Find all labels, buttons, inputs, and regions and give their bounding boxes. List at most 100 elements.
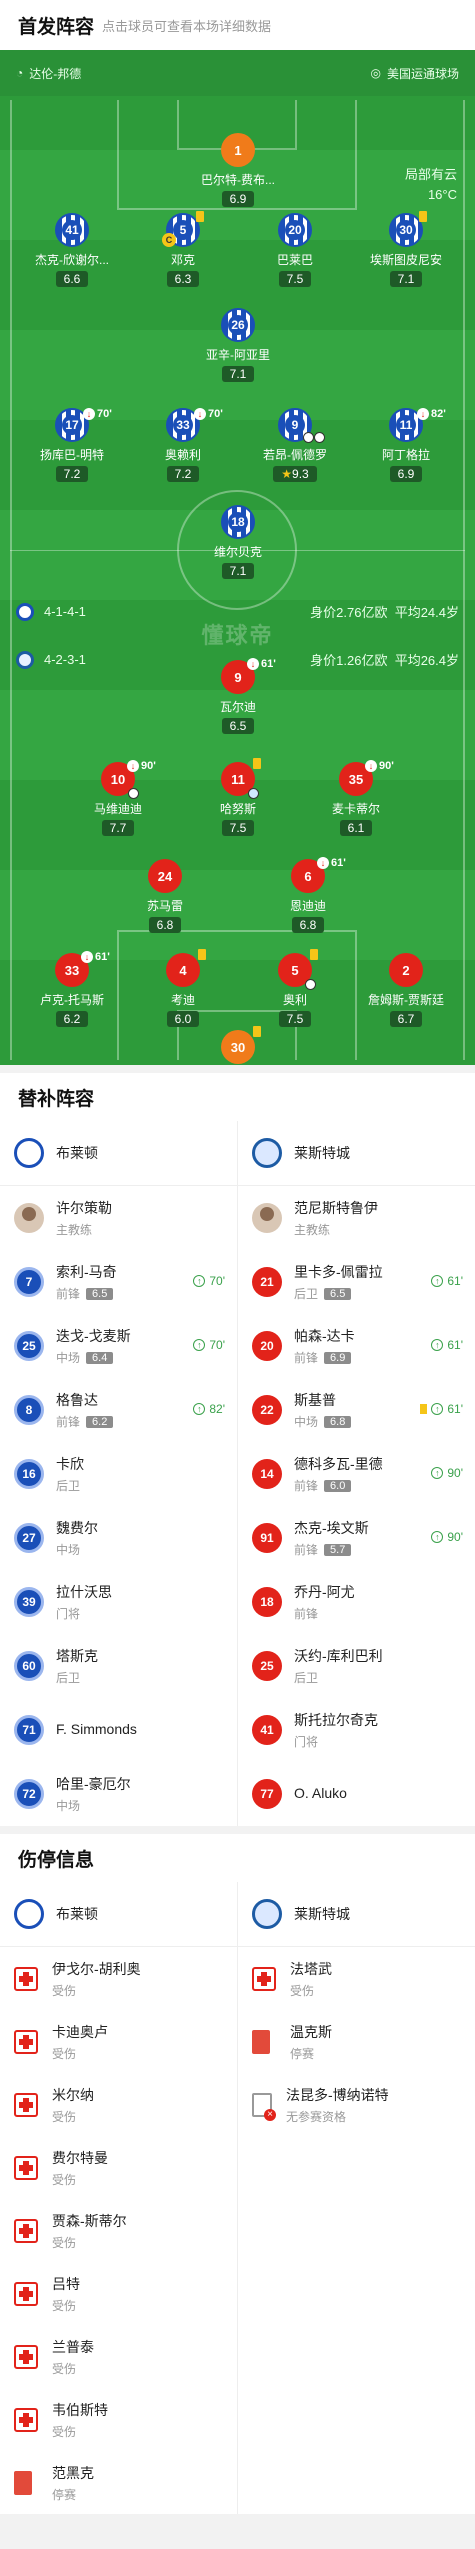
sub-player-row[interactable]: 20 帕森-达卡 前锋 6.9 ↑ 61' (238, 1314, 475, 1378)
player-away[interactable]: 4 考迪 6.0 (123, 949, 243, 1028)
player-name: 法塔武 (290, 1960, 332, 1977)
injury-row[interactable]: 贾森-斯蒂尔 受伤 (0, 2199, 237, 2262)
player-position: 中场 (56, 1541, 98, 1558)
player-name: 亚辛-阿亚里 (206, 348, 270, 362)
injury-row[interactable]: 韦伯斯特 受伤 (0, 2388, 237, 2451)
medical-kit-icon (14, 2344, 38, 2369)
player-rating: 6.9 (221, 191, 255, 207)
shirt-number: 4 (179, 962, 187, 978)
injury-row[interactable]: 温克斯 停赛 (238, 2010, 475, 2073)
player-rating: 6.8 (291, 917, 325, 933)
injury-row[interactable]: 法昆多-博纳诺特无参赛资格 (238, 2073, 475, 2136)
player-home[interactable]: 33 ↓ 70' 奥赖利 7.2 (123, 408, 243, 483)
player-away[interactable]: 33 ↓ 61' 卢克-托马斯 6.2 (12, 951, 132, 1028)
player-away[interactable]: 2 詹姆斯-贾斯廷 6.7 (346, 953, 466, 1028)
player-home[interactable]: 17 ↓ 70' 扬库巴-明特 7.2 (12, 408, 132, 483)
player-away[interactable]: 6 ↓ 61' 恩迪迪 6.8 (248, 857, 368, 934)
player-home[interactable]: 20 巴莱巴 7.5 (235, 213, 355, 288)
coach-avatar (252, 1203, 282, 1233)
sub-player-row[interactable]: 25 迭戈-戈麦斯 中场 6.4 ↑ 70' (0, 1314, 237, 1378)
shirt-number: 60 (14, 1651, 44, 1681)
leicester-logo-icon (252, 1138, 282, 1168)
sub-player-row[interactable]: 14 德科多瓦-里德 前锋 6.0 ↑ 90' (238, 1442, 475, 1506)
shirt-icon: 9 ↓ 61' (221, 658, 276, 694)
injury-row[interactable]: 米尔纳 受伤 (0, 2073, 237, 2136)
shirt-number: 41 (252, 1715, 282, 1745)
player-home[interactable]: 18 维尔贝克 7.1 (178, 505, 298, 580)
sub-player-row[interactable]: 21 里卡多-佩雷拉 后卫 6.5 ↑ 61' (238, 1250, 475, 1314)
position-text: 主教练 (294, 1223, 331, 1237)
shirt-number: 30 (230, 1039, 246, 1055)
player-away[interactable]: 30赫尔曼森7.2 (178, 1026, 298, 1065)
injury-row[interactable]: 卡迪奥卢 受伤 (0, 2010, 237, 2073)
sub-player-row[interactable]: 7 索利-马奇 前锋 6.5 ↑ 70' (0, 1250, 237, 1314)
captain-icon: C (162, 233, 176, 247)
shirt-number: 72 (14, 1779, 44, 1809)
player-position: 后卫 (56, 1669, 98, 1686)
injury-row[interactable]: 法塔武 受伤 (238, 1947, 475, 2010)
injury-row[interactable]: 兰普泰 受伤 (0, 2325, 237, 2388)
position-text: 前锋 (56, 1415, 81, 1429)
shirt-number: 18 (228, 512, 248, 532)
sub-player-row[interactable]: 71 F. Simmonds (0, 1698, 237, 1762)
sub-minute: 70' (208, 408, 223, 420)
sub-player-row[interactable]: 91 杰克-埃文斯 前锋 5.7 ↑ 90' (238, 1506, 475, 1570)
player-home[interactable]: 1 巴尔特-费布... 6.9 (178, 133, 298, 208)
injury-row[interactable]: 伊戈尔-胡利奥 受伤 (0, 1947, 237, 2010)
sub-minute: 61' (261, 658, 276, 670)
player-info: 拉什沃思 门将 (56, 1582, 112, 1622)
player-away[interactable]: 9 ↓ 61' 瓦尔迪 6.5 (178, 658, 298, 735)
injury-row[interactable]: 费尔特曼 受伤 (0, 2136, 237, 2199)
yellow-card-icon (253, 1026, 261, 1037)
sub-player-row[interactable]: 60 塔斯克 后卫 (0, 1634, 237, 1698)
shirt-icon: 11 ↓ 82' (389, 408, 446, 442)
sub-minute: 70' (209, 1338, 225, 1352)
player-rating: 6.8 (148, 917, 182, 933)
player-info: 米尔纳 受伤 (52, 2085, 94, 2125)
player-home[interactable]: 9 若昂-佩德罗 ★9.3 (235, 408, 355, 483)
sub-player-row[interactable]: 许尔策勒 主教练 (0, 1186, 237, 1250)
sub-player-row[interactable]: 8 格鲁达 前锋 6.2 ↑ 82' (0, 1378, 237, 1442)
player-away[interactable]: 24 苏马雷 6.8 (105, 859, 225, 934)
sub-player-row[interactable]: 范尼斯特鲁伊 主教练 (238, 1186, 475, 1250)
leicester-badge-icon (16, 650, 34, 669)
player-name: 杰克-欣谢尔... (35, 253, 109, 267)
sub-player-row[interactable]: 25 沃约-库利巴利 后卫 (238, 1634, 475, 1698)
player-home[interactable]: 26 亚辛-阿亚里 7.1 (178, 308, 298, 383)
sub-player-row[interactable]: 72 哈里-豪厄尔 中场 (0, 1762, 237, 1826)
sub-on-icon: ↑ (193, 1339, 206, 1351)
player-name: 哈里-豪厄尔 (56, 1776, 131, 1792)
player-name: 维尔贝克 (213, 545, 262, 559)
player-home[interactable]: 30 埃斯图皮尼安 7.1 (346, 211, 466, 288)
player-home[interactable]: 11 ↓ 82' 阿丁格拉 6.9 (346, 408, 466, 483)
player-rating: 6.9 (389, 466, 423, 482)
player-away[interactable]: 35 ↓ 90' 麦卡蒂尔 6.1 (296, 760, 416, 837)
player-info: 迭戈-戈麦斯 中场 6.4 (56, 1326, 131, 1366)
sub-player-row[interactable]: 77 O. Aluko (238, 1762, 475, 1826)
injury-row[interactable]: 吕特 受伤 (0, 2262, 237, 2325)
player-position: 门将 (294, 1733, 378, 1750)
red-card-icon (252, 2029, 270, 2054)
sub-player-row[interactable]: 22 斯基普 中场 6.8 ↑ 61' (238, 1378, 475, 1442)
referee: ◔ 达伦-邦德 (16, 66, 82, 81)
player-home[interactable]: 41 杰克-欣谢尔... 6.6 (12, 213, 132, 288)
player-away[interactable]: 5 奥利 7.5 (235, 949, 355, 1028)
sub-player-row[interactable]: 39 拉什沃思 门将 (0, 1570, 237, 1634)
lineup-subtitle: 点击球员可查看本场详细数据 (102, 18, 272, 34)
player-name: 巴尔特-费布... (201, 173, 275, 187)
injury-status: 受伤 (290, 1983, 315, 1998)
injury-row[interactable]: 范黑克 停赛 (0, 2451, 237, 2514)
sub-player-row[interactable]: 16 卡欣 后卫 (0, 1442, 237, 1506)
rating-value: 7.2 (63, 467, 81, 481)
sub-player-row[interactable]: 27 魏费尔 中场 (0, 1506, 237, 1570)
goal-ball-icon (305, 979, 316, 990)
player-away[interactable]: 10 ↓ 90' 马维迪迪 7.7 (58, 760, 178, 837)
sub-on-indicator: ↑ 61' (431, 1338, 463, 1352)
player-away[interactable]: 11 哈努斯 7.5 (178, 758, 298, 837)
sub-player-row[interactable]: 41 斯托拉尔奇克 门将 (238, 1698, 475, 1762)
sub-player-row[interactable]: 18 乔丹-阿尤 前锋 (238, 1570, 475, 1634)
player-position: 前锋 6.2 (56, 1413, 114, 1430)
player-home[interactable]: 5 C 邓克 6.3 (123, 211, 243, 288)
player-name: 考迪 (170, 993, 195, 1007)
player-info: 斯托拉尔奇克 门将 (294, 1710, 378, 1750)
